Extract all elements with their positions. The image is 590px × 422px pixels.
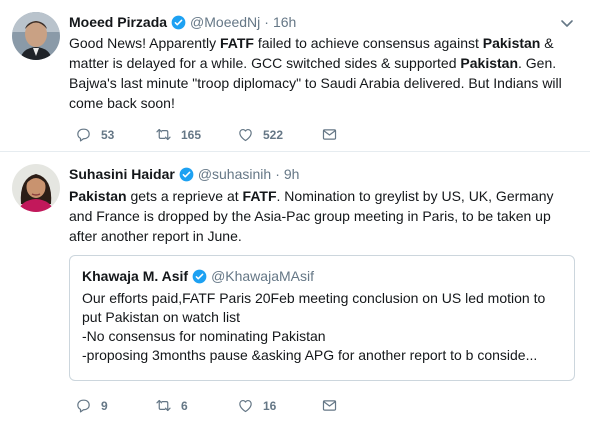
like-count: 522 [263, 127, 284, 142]
retweet-count: 165 [181, 127, 202, 142]
avatar[interactable] [12, 164, 60, 212]
like-count: 16 [263, 398, 277, 413]
chevron-down-icon[interactable] [560, 16, 574, 30]
tweet-text-segment: Good News! Apparently [69, 35, 220, 51]
tweet-text-bold: Pakistan [482, 35, 541, 51]
quoted-tweet-text: Our efforts paid,FATF Paris 20Feb meetin… [82, 289, 562, 365]
quoted-text-line: -proposing 3months pause &asking APG for… [82, 347, 538, 363]
quoted-display-name: Khawaja M. Asif [82, 268, 189, 284]
quoted-tweet-header: Khawaja M. Asif @KhawajaMAsif [82, 267, 314, 285]
retweet-icon [156, 128, 171, 141]
tweet-text-bold: FATF [219, 35, 254, 51]
tweet[interactable]: Suhasini Haidar @suhasinih · 9h Pakistan… [0, 151, 590, 422]
quoted-text-line: Our efforts paid,FATF Paris 20Feb meetin… [82, 290, 546, 325]
tweet-text-bold: Pakistan [460, 55, 518, 71]
reply-count: 9 [101, 398, 108, 413]
tweet-text-bold: Pakistan [69, 188, 127, 204]
user-handle[interactable]: @suhasinih [198, 165, 271, 183]
like-button[interactable]: 16 [237, 397, 321, 414]
retweet-count: 6 [181, 398, 188, 413]
verified-badge-icon [171, 15, 186, 30]
tweet-text: Good News! Apparently FATF failed to ach… [69, 33, 574, 113]
separator-dot: · [264, 14, 269, 30]
quoted-tweet[interactable]: Khawaja M. Asif @KhawajaMAsif Our effort… [69, 255, 575, 381]
heart-icon [239, 128, 252, 142]
quoted-text-line: -No consensus for nominating Pakistan [82, 328, 326, 344]
reply-button[interactable]: 9 [75, 397, 155, 414]
verified-badge-icon [192, 269, 207, 284]
retweet-button[interactable]: 6 [155, 397, 237, 414]
tweet-text-segment: failed to achieve consensus against [253, 35, 483, 51]
tweet-text-bold: FATF [242, 188, 277, 204]
direct-message-button[interactable] [321, 397, 338, 414]
timestamp[interactable]: 9h [284, 165, 300, 183]
retweet-icon [156, 399, 171, 412]
verified-badge-icon [179, 167, 194, 182]
display-name[interactable]: Suhasini Haidar [69, 165, 175, 183]
heart-icon [239, 399, 252, 413]
direct-message-button[interactable] [321, 126, 338, 143]
reply-count: 53 [101, 127, 115, 142]
display-name[interactable]: Moeed Pirzada [69, 13, 167, 31]
tweet-actions: 9 6 16 [69, 397, 338, 414]
tweet[interactable]: Moeed Pirzada @MoeedNj · 16h Good News! … [0, 0, 590, 151]
quoted-user-handle: @KhawajaMAsif [211, 268, 314, 284]
tweet-header: Moeed Pirzada @MoeedNj · 16h [69, 13, 296, 31]
reply-icon [77, 128, 90, 142]
avatar[interactable] [12, 12, 60, 60]
user-handle[interactable]: @MoeedNj [190, 13, 260, 31]
envelope-icon [322, 400, 337, 411]
tweet-actions: 53 165 522 [69, 126, 338, 143]
reply-icon [77, 399, 90, 413]
tweet-text: Pakistan gets a reprieve at FATF. Nomina… [69, 186, 574, 246]
tweet-header: Suhasini Haidar @suhasinih · 9h [69, 165, 299, 183]
timestamp[interactable]: 16h [273, 13, 296, 31]
separator-dot: · [275, 166, 280, 182]
envelope-icon [322, 129, 337, 140]
reply-button[interactable]: 53 [75, 126, 155, 143]
like-button[interactable]: 522 [237, 126, 321, 143]
tweet-text-segment: gets a reprieve at [126, 188, 243, 204]
retweet-button[interactable]: 165 [155, 126, 237, 143]
